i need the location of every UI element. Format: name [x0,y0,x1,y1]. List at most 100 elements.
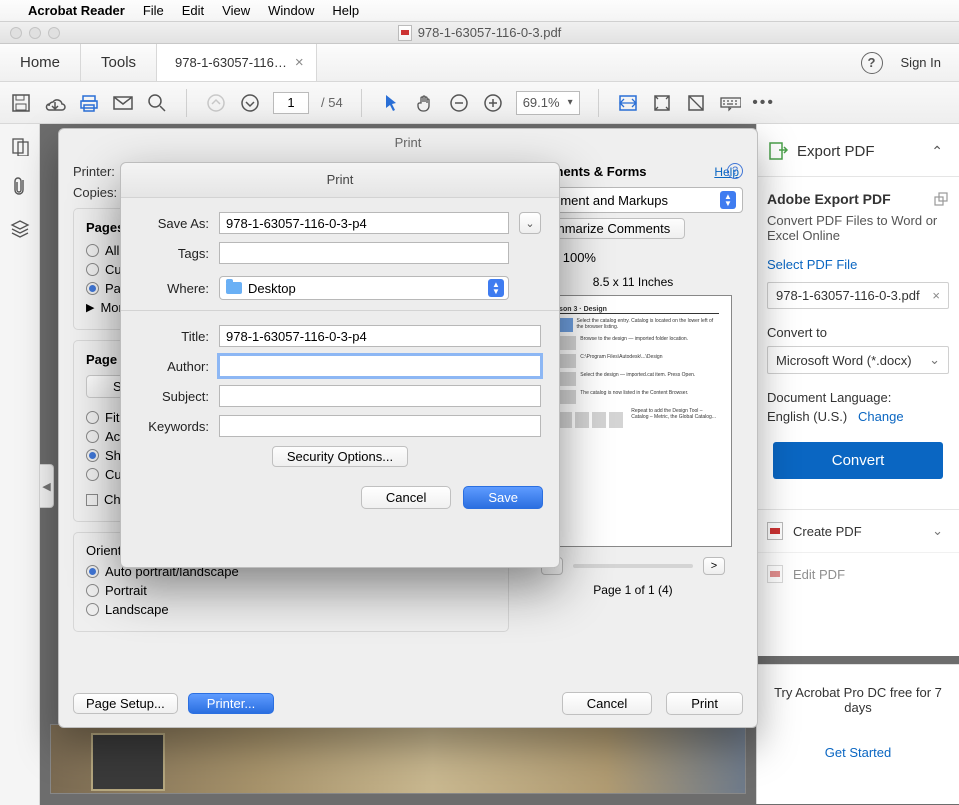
saveas-input[interactable] [219,212,509,234]
left-rail [0,124,40,805]
save-confirm-button[interactable]: Save [463,486,543,509]
traffic-lights[interactable] [0,27,60,39]
author-input[interactable] [219,355,541,377]
subject-input[interactable] [219,385,541,407]
page-setup-button[interactable]: Page Setup... [73,693,178,714]
menu-edit[interactable]: Edit [182,3,204,18]
app-name[interactable]: Acrobat Reader [28,3,125,18]
app-tabs: Home Tools 978-1-63057-116… × ? Sign In [0,44,959,82]
layers-icon[interactable] [9,218,31,238]
security-options-button[interactable]: Security Options... [272,446,408,467]
menu-window[interactable]: Window [268,3,314,18]
thumbnails-icon[interactable] [10,136,30,156]
right-tools-panel: Export PDF ⌃ Adobe Export PDF Convert PD… [756,124,959,656]
mac-menubar: Acrobat Reader File Edit View Window Hel… [0,0,959,22]
select-pdf-link[interactable]: Select PDF File [767,257,949,272]
tab-home[interactable]: Home [0,44,80,81]
page-down-icon[interactable] [239,92,261,114]
menu-file[interactable]: File [143,3,164,18]
page-up-icon[interactable] [205,92,227,114]
page-total: / 54 [321,95,343,110]
chevron-up-icon[interactable]: ⌃ [931,143,943,160]
collapse-handle[interactable]: ◀ [40,464,54,508]
tags-label: Tags: [139,246,209,261]
search-icon[interactable] [146,92,168,114]
radio-landscape[interactable]: Landscape [86,602,496,617]
select-tool-icon[interactable] [380,92,402,114]
selected-file-name: 978-1-63057-116-0-3.pdf [776,288,920,303]
print-preview: Lesson 3 · Design 1Select the catalog en… [534,295,732,547]
window-titlebar: 978-1-63057-116-0-3.pdf [0,22,959,44]
convert-button[interactable]: Convert [773,442,943,479]
save-sheet: Print Save As: ⌄ Tags: Where: Desktop ▲▼ [120,162,560,568]
title-label: Title: [139,329,209,344]
main-toolbar: / 54 69.1% ▾ ••• [0,82,959,124]
folder-icon [226,282,242,294]
mail-icon[interactable] [112,92,134,114]
document-background [50,724,746,794]
share-icon[interactable] [933,191,949,207]
keyboard-icon[interactable] [719,92,741,114]
where-value: Desktop [248,281,296,296]
doclang-value: English (U.S.) [767,409,847,424]
title-input[interactable] [219,325,541,347]
create-pdf-icon [767,522,783,540]
menu-view[interactable]: View [222,3,250,18]
attachments-icon[interactable] [11,176,29,198]
tags-input[interactable] [219,242,509,264]
save-icon[interactable] [10,92,32,114]
sign-in-link[interactable]: Sign In [901,55,941,70]
format-select[interactable]: Microsoft Word (*.docx) ⌄ [767,346,949,374]
print-cancel-button[interactable]: Cancel [562,692,652,715]
tab-document[interactable]: 978-1-63057-116… × [157,44,317,81]
zoom-value: 69.1% [523,95,560,110]
where-label: Where: [139,281,209,296]
remove-file-icon[interactable]: × [932,288,940,303]
create-pdf-label: Create PDF [793,524,862,539]
cloud-icon[interactable] [44,92,66,114]
export-pdf-title: Export PDF [797,143,875,160]
select-arrows-icon: ▲▼ [720,191,736,209]
edit-pdf-row[interactable]: Edit PDF [757,552,959,595]
edit-pdf-icon [767,565,783,583]
doclang-label: Document Language: [767,390,949,405]
page-number-input[interactable] [273,92,309,114]
get-started-link[interactable]: Get Started [757,735,959,770]
chevron-down-icon: ⌄ [932,523,943,539]
radio-portrait[interactable]: Portrait [86,583,496,598]
export-pdf-icon [767,140,789,162]
print-confirm-button[interactable]: Print [666,692,743,715]
zoom-select[interactable]: 69.1% ▾ [516,91,580,115]
print-help-icon[interactable]: ? [727,163,743,179]
keywords-input[interactable] [219,415,541,437]
where-select[interactable]: Desktop ▲▼ [219,276,509,300]
preview-caption: Page 1 of 1 (4) [523,583,743,597]
tab-close-icon[interactable]: × [295,54,304,71]
trial-text: Try Acrobat Pro DC free for 7 days [757,665,959,735]
save-sheet-title: Print [121,163,559,198]
create-pdf-row[interactable]: Create PDF ⌄ [757,509,959,552]
preview-slider[interactable] [573,564,693,568]
tab-tools[interactable]: Tools [81,44,156,81]
printer-button[interactable]: Printer... [188,693,274,714]
keywords-label: Keywords: [139,419,209,434]
subject-label: Subject: [139,389,209,404]
change-link[interactable]: Change [858,409,904,424]
fit-page-icon[interactable] [651,92,673,114]
selected-file[interactable]: 978-1-63057-116-0-3.pdf × [767,282,949,309]
zoom-in-icon[interactable] [482,92,504,114]
help-icon[interactable]: ? [861,52,883,74]
more-icon[interactable]: ••• [753,92,775,114]
fullscreen-icon[interactable] [685,92,707,114]
chevron-down-icon: ▾ [568,97,573,108]
saveas-label: Save As: [139,216,209,231]
zoom-out-icon[interactable] [448,92,470,114]
preview-next-button[interactable]: > [703,557,725,575]
fit-width-icon[interactable] [617,92,639,114]
save-cancel-button[interactable]: Cancel [361,486,451,509]
expand-save-icon[interactable]: ⌄ [519,212,541,234]
select-arrows-icon: ▲▼ [488,279,504,297]
print-icon[interactable] [78,92,100,114]
hand-tool-icon[interactable] [414,92,436,114]
menu-help[interactable]: Help [332,3,359,18]
